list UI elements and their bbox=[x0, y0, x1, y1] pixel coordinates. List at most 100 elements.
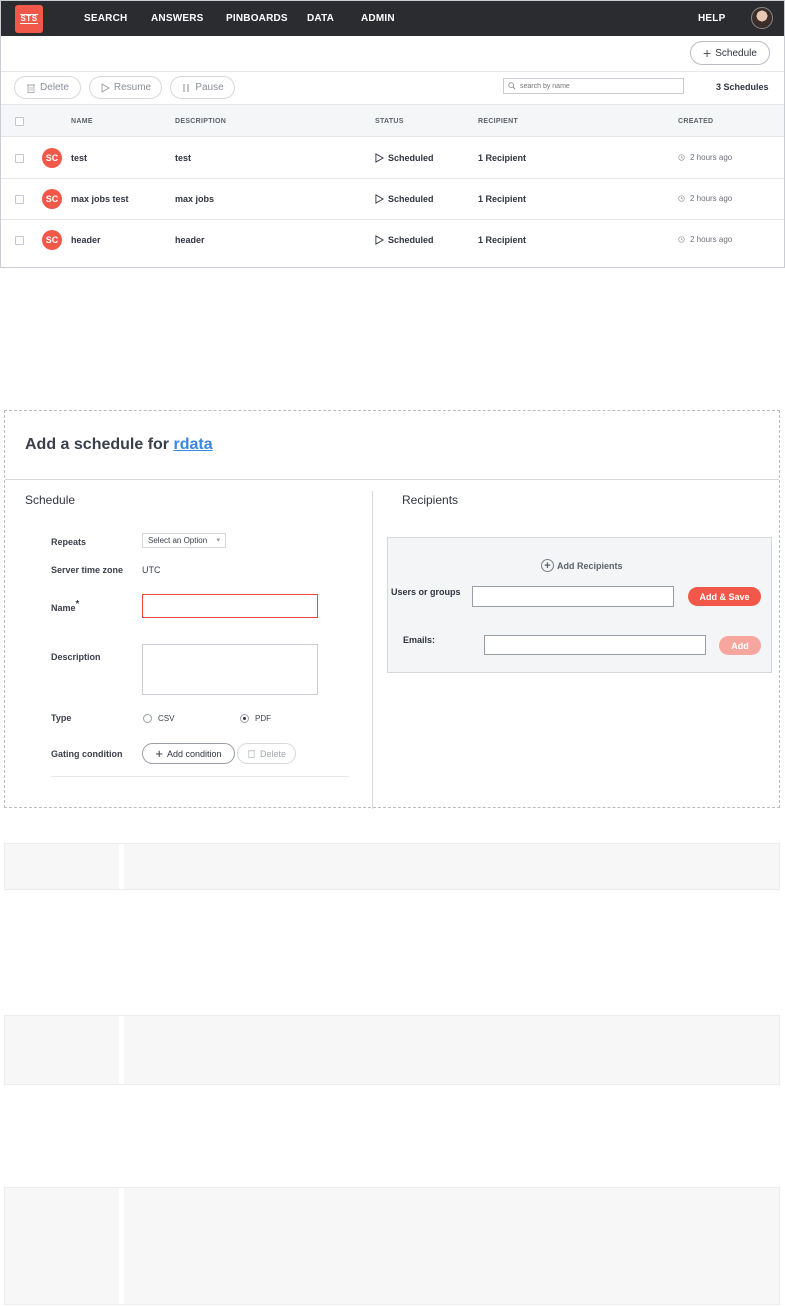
add-recipients-button[interactable]: + Add Recipients bbox=[541, 559, 623, 572]
type-csv-option[interactable]: CSV bbox=[143, 714, 174, 723]
chevron-down-icon: ▾ bbox=[216, 537, 220, 544]
nav-answers[interactable]: ANSWERS bbox=[151, 1, 204, 36]
recipients-section-title: Recipients bbox=[402, 493, 459, 507]
play-icon bbox=[101, 82, 110, 93]
row-checkbox[interactable] bbox=[15, 154, 24, 163]
pause-icon bbox=[183, 83, 189, 92]
play-icon bbox=[375, 235, 384, 245]
row-created: 2 hours ago bbox=[678, 194, 732, 203]
row-status: Scheduled bbox=[375, 153, 434, 163]
placeholder-band bbox=[4, 1015, 780, 1085]
row-name[interactable]: test bbox=[71, 153, 87, 163]
divider bbox=[51, 776, 349, 777]
row-checkbox[interactable] bbox=[15, 236, 24, 245]
search-box[interactable] bbox=[503, 78, 684, 94]
pause-button[interactable]: Pause bbox=[170, 76, 235, 99]
users-groups-input[interactable] bbox=[472, 586, 674, 607]
description-textarea[interactable] bbox=[142, 644, 318, 695]
play-icon bbox=[375, 194, 384, 204]
add-save-button[interactable]: Add & Save bbox=[688, 587, 761, 606]
search-icon bbox=[508, 82, 516, 90]
plus-icon: + bbox=[703, 45, 712, 61]
schedule-avatar-badge: SC bbox=[42, 148, 62, 168]
add-schedule-screenshot: Add a schedule for rdata Schedule Recipi… bbox=[4, 410, 780, 809]
table-row[interactable]: SC max jobs test max jobs Scheduled 1 Re… bbox=[1, 179, 784, 220]
user-avatar[interactable] bbox=[751, 7, 773, 29]
row-name[interactable]: header bbox=[71, 235, 101, 245]
schedule-section-title: Schedule bbox=[25, 493, 76, 507]
table-row[interactable]: SC header header Scheduled 1 Recipient 2… bbox=[1, 220, 784, 261]
row-name[interactable]: max jobs test bbox=[71, 194, 129, 204]
add-condition-button[interactable]: + Add condition bbox=[142, 743, 235, 764]
row-description: test bbox=[175, 153, 192, 163]
row-recipient: 1 Recipient bbox=[478, 153, 527, 163]
schedule-count: 3 Schedules bbox=[716, 82, 769, 92]
band-separator bbox=[119, 844, 124, 889]
select-all-checkbox[interactable] bbox=[15, 117, 24, 126]
emails-input[interactable] bbox=[484, 635, 706, 655]
table-header: NAME DESCRIPTION STATUS RECIPIENT CREATE… bbox=[1, 104, 784, 137]
band-separator bbox=[119, 1016, 124, 1084]
new-schedule-button[interactable]: + Schedule bbox=[690, 41, 770, 65]
top-navigation-bar: STS SEARCH ANSWERS PINBOARDS DATA ADMIN … bbox=[1, 1, 784, 36]
nav-pinboards[interactable]: PINBOARDS bbox=[226, 1, 288, 36]
required-asterisk: * bbox=[75, 599, 80, 610]
emails-label: Emails: bbox=[403, 635, 436, 645]
column-status[interactable]: STATUS bbox=[375, 118, 404, 125]
column-created[interactable]: CREATED bbox=[678, 118, 713, 125]
resume-button[interactable]: Resume bbox=[89, 76, 162, 99]
nav-admin[interactable]: ADMIN bbox=[361, 1, 395, 36]
radio-pdf[interactable] bbox=[240, 714, 249, 723]
form-title: Add a schedule for rdata bbox=[25, 436, 213, 453]
description-label: Description bbox=[51, 652, 101, 662]
column-description[interactable]: DESCRIPTION bbox=[175, 118, 226, 125]
row-created: 2 hours ago bbox=[678, 153, 732, 162]
divider bbox=[5, 479, 779, 480]
column-name[interactable]: NAME bbox=[71, 118, 93, 125]
type-pdf-option[interactable]: PDF bbox=[240, 714, 271, 723]
nav-data[interactable]: DATA bbox=[307, 1, 334, 36]
timezone-label: Server time zone bbox=[51, 565, 124, 575]
clock-icon bbox=[678, 195, 685, 202]
placeholder-band bbox=[4, 1187, 780, 1305]
users-groups-label: Users or groups bbox=[391, 587, 461, 597]
schedule-avatar-badge: SC bbox=[42, 230, 62, 250]
trash-icon bbox=[27, 84, 36, 93]
source-link[interactable]: rdata bbox=[173, 436, 212, 453]
plus-circle-icon: + bbox=[541, 559, 554, 572]
nav-search[interactable]: SEARCH bbox=[84, 1, 127, 36]
app-logo[interactable]: STS bbox=[15, 5, 43, 33]
delete-condition-button[interactable]: Delete bbox=[237, 743, 296, 764]
timezone-value: UTC bbox=[142, 565, 161, 575]
plus-icon: + bbox=[155, 746, 164, 761]
trash-icon bbox=[247, 750, 256, 758]
schedule-avatar-badge: SC bbox=[42, 189, 62, 209]
row-created: 2 hours ago bbox=[678, 235, 732, 244]
type-label: Type bbox=[51, 713, 72, 723]
row-status: Scheduled bbox=[375, 235, 434, 245]
schedules-list-screenshot: STS SEARCH ANSWERS PINBOARDS DATA ADMIN … bbox=[0, 0, 785, 268]
search-input[interactable] bbox=[520, 82, 670, 90]
add-email-button[interactable]: Add bbox=[719, 636, 761, 655]
band-separator bbox=[119, 1188, 124, 1304]
table-row[interactable]: SC test test Scheduled 1 Recipient 2 hou… bbox=[1, 138, 784, 179]
row-description: max jobs bbox=[175, 194, 215, 204]
repeats-label: Repeats bbox=[51, 537, 87, 547]
column-divider bbox=[372, 491, 373, 809]
gating-condition-label: Gating condition bbox=[51, 749, 123, 759]
recipients-panel: + Add Recipients Users or groups Add & S… bbox=[387, 537, 772, 673]
play-icon bbox=[375, 153, 384, 163]
nav-help[interactable]: HELP bbox=[698, 1, 725, 36]
row-status: Scheduled bbox=[375, 194, 434, 204]
column-recipient[interactable]: RECIPIENT bbox=[478, 118, 518, 125]
name-label: Name* bbox=[51, 599, 80, 613]
delete-button[interactable]: Delete bbox=[14, 76, 81, 99]
radio-csv[interactable] bbox=[143, 714, 152, 723]
placeholder-band bbox=[4, 843, 780, 890]
divider bbox=[1, 71, 784, 72]
name-input[interactable] bbox=[142, 594, 318, 618]
clock-icon bbox=[678, 154, 685, 161]
row-recipient: 1 Recipient bbox=[478, 235, 527, 245]
row-checkbox[interactable] bbox=[15, 195, 24, 204]
repeats-select[interactable]: Select an Option ▾ bbox=[142, 533, 226, 548]
